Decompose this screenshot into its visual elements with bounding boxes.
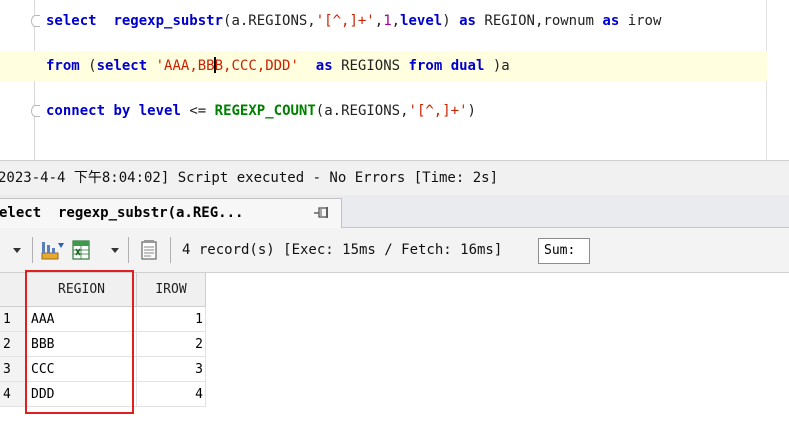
code-line-3[interactable]: connect by level <= REGEXP_COUNT(a.REGIO… [0,96,767,126]
row-number[interactable]: 4 [0,382,27,407]
status-message: 2023-4-4 下午8:04:02] Script executed - No… [0,170,499,186]
row-number[interactable]: 1 [0,307,27,332]
kw-as: as [459,13,476,29]
record-count-info: 4 record(s) [Exec: 15ms / Fetch: 16ms] [182,242,503,258]
sum-field[interactable]: Sum: [538,238,590,264]
alias-text: REGIONS [341,58,401,74]
column-header-irow[interactable]: IROW [137,273,206,307]
kw-from: from [408,58,443,74]
string-literal-part2: B,CCC,DDD' [214,58,299,74]
alias-text: REGION,rownum [484,13,594,29]
arg-text: (a.REGIONS, [315,103,409,119]
number-literal: 1 [383,13,392,29]
result-tab[interactable]: elect regexp_substr(a.REG... [0,198,342,228]
cell-irow[interactable]: 1 [137,307,206,332]
operator: <= [189,103,207,119]
fold-marker-icon[interactable] [31,105,41,117]
highlight-box [25,270,134,414]
fold-marker-icon[interactable] [31,15,41,27]
string-literal-part1: 'AAA,BB [155,58,215,74]
comma: , [374,13,384,29]
result-toolbar: 4 record(s) [Exec: 15ms / Fetch: 16ms] S… [0,228,789,273]
sum-label: Sum: [544,243,576,258]
paren-alias: )a [492,58,510,74]
toolbar-separator [170,237,171,263]
kw-level: level [138,103,181,119]
row-number[interactable]: 3 [0,357,27,382]
cell-irow[interactable]: 2 [137,332,206,357]
cell-irow[interactable]: 4 [137,382,206,407]
sql-editor[interactable]: select regexp_substr(a.REGIONS,'[^,]+',1… [0,0,789,160]
dropdown-arrow-icon[interactable] [12,239,22,261]
notepad-icon[interactable] [138,239,160,261]
pattern-string: '[^,]+' [408,103,468,119]
arg-text: (a.REGIONS, [223,13,316,29]
paren: ( [88,58,97,74]
pattern-string: '[^,]+' [315,13,375,29]
paren: ) [442,13,451,29]
row-number[interactable]: 2 [0,332,27,357]
kw-select: select [96,58,148,74]
result-tab-bar: elect regexp_substr(a.REG... [0,195,789,228]
kw-connect: connect [46,103,106,119]
column-header-label: IROW [155,282,187,297]
kw-from: from [46,58,80,74]
row-number-header [0,273,28,307]
result-tab-label: elect regexp_substr(a.REG... [0,205,244,221]
save-results-icon[interactable] [40,239,66,261]
code-line-2[interactable]: from (select 'AAA,BBB,CCC,DDD' as REGION… [0,51,767,81]
kw-as: as [602,13,620,29]
fn-regexp-count: REGEXP_COUNT [214,103,316,119]
alias-text: irow [627,13,662,29]
dropdown-arrow-icon[interactable] [110,239,120,261]
fn-regexp-substr: regexp_substr [113,13,224,29]
kw-as: as [315,58,333,74]
export-excel-icon[interactable] [70,239,94,261]
kw-by: by [113,103,131,119]
comma: , [391,13,401,29]
code-line-1[interactable]: select regexp_substr(a.REGIONS,'[^,]+',1… [0,6,767,36]
toolbar-separator [128,237,129,263]
kw-level: level [400,13,443,29]
cell-irow[interactable]: 3 [137,357,206,382]
paren: ) [467,103,476,119]
kw-dual: dual [450,58,485,74]
toolbar-separator [32,237,33,263]
output-status-line: 2023-4-4 下午8:04:02] Script executed - No… [0,160,789,196]
kw-select: select [46,13,97,29]
pin-icon[interactable] [313,205,331,221]
